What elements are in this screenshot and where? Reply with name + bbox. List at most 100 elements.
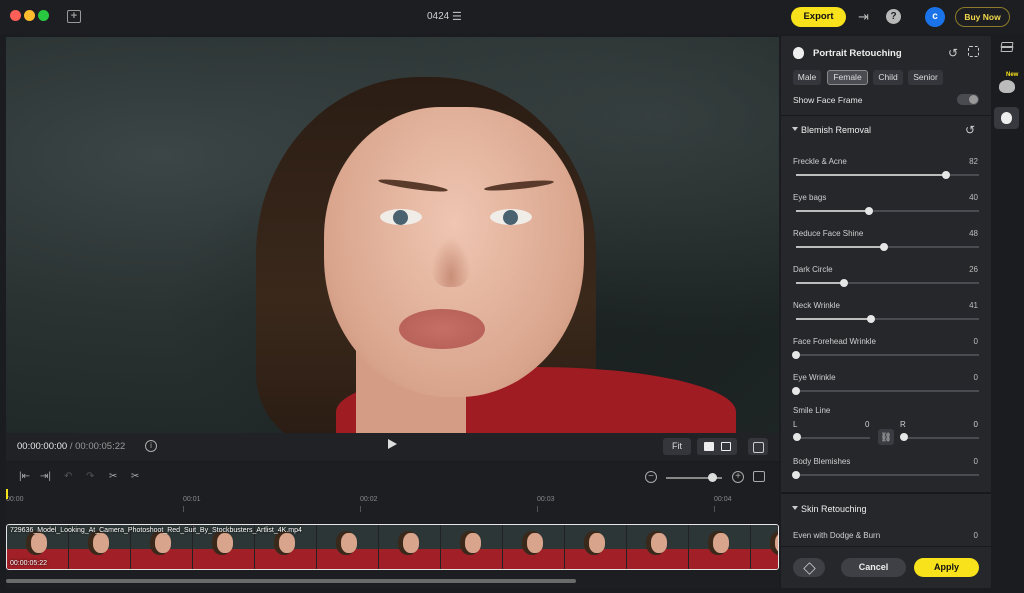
- undo-icon[interactable]: ↶: [64, 471, 72, 482]
- total-time: / 00:00:05:22: [69, 441, 126, 452]
- tick-label: 00:04: [714, 496, 732, 503]
- show-face-frame-label: Show Face Frame: [793, 95, 863, 105]
- apply-button[interactable]: Apply: [914, 558, 979, 577]
- new-badge: New: [1006, 72, 1019, 78]
- split-view-icon[interactable]: [721, 442, 731, 451]
- play-icon[interactable]: [388, 439, 397, 449]
- smile-right-track[interactable]: [903, 437, 979, 439]
- export-button[interactable]: Export: [791, 7, 846, 27]
- caret-down-icon: [792, 506, 798, 510]
- slider-value: 0: [973, 373, 978, 382]
- compare-icon[interactable]: [748, 438, 768, 455]
- slider-track[interactable]: [796, 170, 979, 179]
- segment-female[interactable]: Female: [827, 70, 868, 85]
- slider-knob[interactable]: [942, 170, 951, 179]
- video-preview[interactable]: [6, 37, 779, 433]
- timeline-panel: |⇤ ⇥| ↶ ↷ ✂ ✂ − + 00:00 00:01 00:02 00:0…: [6, 463, 779, 588]
- video-clip[interactable]: 729636_Model_Looking_At_Camera_Photoshoo…: [6, 524, 779, 570]
- exit-icon[interactable]: ⇥: [858, 9, 873, 24]
- new-project-icon[interactable]: +: [67, 10, 81, 23]
- slider-label: Eye Wrinkle: [793, 373, 836, 382]
- layers-icon[interactable]: [999, 40, 1015, 54]
- timeline-ruler[interactable]: 00:00 00:01 00:02 00:03 00:04: [6, 493, 779, 513]
- view-mode-toggle[interactable]: [697, 438, 737, 455]
- smile-left-knob[interactable]: [793, 433, 801, 441]
- avatar[interactable]: c: [925, 7, 945, 27]
- slider-track[interactable]: [792, 350, 979, 359]
- tick-label: 00:02: [360, 496, 378, 503]
- slider-knob[interactable]: [839, 278, 848, 287]
- blemish-removal-header[interactable]: Blemish Removal ↺: [781, 117, 991, 143]
- section-reset-icon[interactable]: ↺: [965, 123, 975, 137]
- slider-eye-bags: Eye bags 40: [781, 193, 991, 229]
- single-view-icon[interactable]: [704, 442, 714, 451]
- smile-left-track[interactable]: [796, 437, 870, 439]
- zoom-in-icon[interactable]: +: [732, 471, 744, 483]
- player-controls: 00:00:00:00 / 00:00:05:22 i Fit: [6, 433, 779, 461]
- right-eye: [490, 209, 532, 225]
- caret-down-icon: [792, 127, 798, 131]
- slider-value: 40: [969, 193, 978, 202]
- slider-track[interactable]: [796, 314, 979, 323]
- info-icon[interactable]: i: [145, 440, 157, 452]
- redo-icon[interactable]: ↷: [86, 471, 94, 482]
- zoom-slider-knob[interactable]: [708, 473, 717, 482]
- panel-footer: Cancel Apply: [781, 546, 991, 588]
- reset-icon[interactable]: ↺: [948, 46, 958, 60]
- layers-icon[interactable]: [793, 558, 825, 577]
- buy-now-button[interactable]: Buy Now: [955, 7, 1010, 27]
- panel-scroll-area[interactable]: Blemish Removal ↺ Freckle & Acne 82 Eye ba…: [781, 117, 991, 544]
- face-detect-icon[interactable]: [968, 46, 979, 57]
- slider-body-blemishes: Body Blemishes 0: [781, 457, 991, 493]
- slider-track[interactable]: [796, 242, 979, 251]
- minimize-window-button[interactable]: [24, 10, 35, 21]
- jump-start-icon[interactable]: |⇤: [19, 471, 30, 482]
- slider-value: 48: [969, 229, 978, 238]
- current-time: 00:00:00:00: [17, 441, 68, 452]
- close-window-button[interactable]: [10, 10, 21, 21]
- zoom-slider[interactable]: [666, 473, 722, 482]
- slider-label: Smile Line: [793, 406, 831, 415]
- clip-name: 729636_Model_Looking_At_Camera_Photoshoo…: [10, 527, 302, 534]
- timeline-scrollbar[interactable]: [6, 579, 576, 583]
- tick-label: 00:00: [6, 496, 24, 503]
- playhead[interactable]: [6, 489, 8, 499]
- slider-label: Face Forehead Wrinkle: [793, 337, 876, 346]
- title-bar: + 0424 ☰ Export ⇥ ? c Buy Now: [0, 0, 1024, 34]
- slider-value: 41: [969, 301, 978, 310]
- slider-track[interactable]: [792, 386, 979, 395]
- portrait-retouch-tool-icon[interactable]: [994, 107, 1019, 129]
- slider-knob[interactable]: [879, 242, 888, 251]
- skin-retouching-header[interactable]: Skin Retouching: [781, 496, 991, 522]
- slider-knob[interactable]: [867, 314, 876, 323]
- split-icon[interactable]: ✂: [109, 471, 117, 482]
- palette-icon[interactable]: [999, 80, 1015, 93]
- slider-knob[interactable]: [792, 470, 800, 479]
- trim-icon[interactable]: ✂: [131, 471, 139, 482]
- segment-male[interactable]: Male: [793, 70, 821, 85]
- jump-end-icon[interactable]: ⇥|: [40, 471, 51, 482]
- slider-track[interactable]: [796, 206, 979, 215]
- timecode: 00:00:00:00 / 00:00:05:22: [17, 441, 125, 452]
- slider-dodge-burn: Even with Dodge & Burn 0: [793, 531, 978, 540]
- help-icon[interactable]: ?: [886, 9, 901, 24]
- slider-knob[interactable]: [792, 386, 800, 395]
- slider-knob[interactable]: [865, 206, 874, 215]
- zoom-window-button[interactable]: [38, 10, 49, 21]
- segment-senior[interactable]: Senior: [908, 70, 943, 85]
- zoom-out-icon[interactable]: −: [645, 471, 657, 483]
- fit-button[interactable]: Fit: [663, 438, 691, 455]
- cancel-button[interactable]: Cancel: [841, 558, 906, 577]
- timeline-toolbar: |⇤ ⇥| ↶ ↷ ✂ ✂ − +: [6, 463, 779, 491]
- link-icon[interactable]: ⛓: [878, 429, 894, 445]
- fit-timeline-icon[interactable]: [753, 471, 765, 482]
- slider-track[interactable]: [796, 278, 979, 287]
- panel-header: Portrait Retouching ↺ Male Female Child …: [781, 36, 991, 116]
- slider-knob[interactable]: [792, 350, 800, 359]
- section-title: Skin Retouching: [801, 504, 867, 514]
- segment-child[interactable]: Child: [873, 70, 903, 85]
- smile-right-knob[interactable]: [900, 433, 908, 441]
- list-icon[interactable]: ☰: [452, 10, 462, 23]
- show-face-frame-toggle[interactable]: [957, 94, 979, 105]
- slider-eye-wrinkle: Eye Wrinkle 0: [781, 373, 991, 409]
